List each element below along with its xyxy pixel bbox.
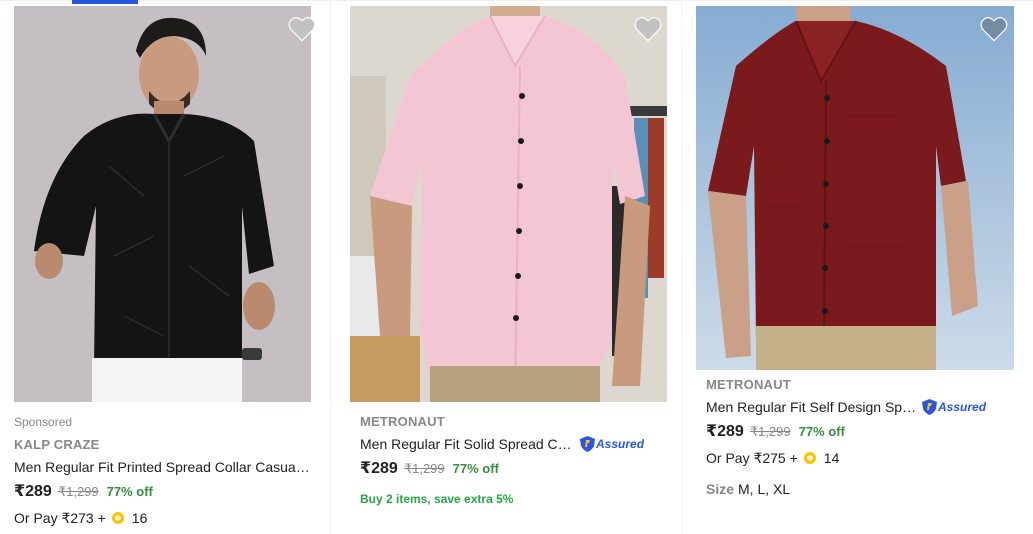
size-label: Size: [706, 481, 735, 497]
or-pay-text: Or Pay ₹273 +: [14, 509, 106, 526]
discount-badge: 77% off: [106, 484, 153, 499]
price-row: ₹289 ₹1,299 77% off: [360, 458, 644, 482]
product-image[interactable]: [14, 6, 311, 402]
original-price: ₹1,299: [403, 461, 445, 476]
heart-icon[interactable]: [634, 16, 662, 42]
product-card[interactable]: METRONAUT Men Regular Fit Solid Spread C…: [350, 0, 667, 534]
bundle-offer-text: Buy 2 items, save extra 5%: [360, 492, 514, 506]
supercoin-pay-row: Or Pay ₹273 + 16: [14, 507, 311, 529]
assured-shield-icon: [580, 436, 595, 452]
product-title-text[interactable]: Men Regular Fit Solid Spread Collar Casu…: [360, 434, 576, 454]
column-divider: [330, 0, 331, 534]
product-info: Sponsored KALP CRAZE Men Regular Fit Pri…: [14, 414, 311, 529]
product-card[interactable]: METRONAUT Men Regular Fit Self Design Sp…: [696, 0, 1014, 534]
product-image[interactable]: [350, 6, 667, 402]
selling-price: ₹289: [360, 460, 398, 477]
assured-badge: Assured: [922, 397, 986, 417]
original-price: ₹1,299: [749, 424, 791, 439]
brand-name: METRONAUT: [706, 377, 791, 392]
supercoin-pay-row: Or Pay ₹275 + 14: [706, 447, 986, 469]
size-availability: Size M, L, XL: [706, 479, 986, 499]
product-title[interactable]: Men Regular Fit Self Design Spread Colla…: [706, 397, 986, 417]
coin-count: 16: [131, 510, 148, 526]
assured-text: Assured: [596, 437, 645, 451]
product-title[interactable]: Men Regular Fit Printed Spread Collar Ca…: [14, 457, 311, 477]
or-pay-text: Or Pay ₹275 +: [706, 449, 798, 466]
shirt-illustration: [350, 6, 667, 402]
product-card[interactable]: Sponsored KALP CRAZE Men Regular Fit Pri…: [14, 0, 316, 534]
product-info: METRONAUT Men Regular Fit Self Design Sp…: [706, 376, 986, 499]
supercoin-icon: [111, 512, 124, 524]
assured-text: Assured: [938, 400, 987, 414]
original-price: ₹1,299: [57, 484, 99, 499]
brand-name: KALP CRAZE: [14, 437, 100, 452]
assured-shield-icon: [922, 399, 937, 415]
selling-price: ₹289: [706, 423, 744, 440]
discount-badge: 77% off: [452, 461, 499, 476]
discount-badge: 77% off: [798, 424, 845, 439]
product-info: METRONAUT Men Regular Fit Solid Spread C…: [360, 413, 644, 508]
shirt-illustration: [14, 6, 311, 402]
supercoin-icon: [803, 452, 816, 464]
column-divider: [681, 0, 682, 534]
price-row: ₹289 ₹1,299 77% off: [706, 421, 986, 445]
size-values: M, L, XL: [738, 481, 791, 497]
product-title-text[interactable]: Men Regular Fit Self Design Spread Colla…: [706, 397, 918, 417]
price-row: ₹289 ₹1,299 77% off: [14, 481, 311, 505]
assured-badge: Assured: [580, 434, 644, 454]
coin-count: 14: [823, 450, 840, 466]
sponsored-label: Sponsored: [14, 415, 73, 429]
heart-icon[interactable]: [980, 16, 1008, 42]
heart-icon[interactable]: [288, 16, 316, 42]
product-title-text[interactable]: Men Regular Fit Printed Spread Collar Ca…: [14, 457, 311, 477]
brand-name: METRONAUT: [360, 414, 445, 429]
product-image[interactable]: [696, 6, 1014, 370]
selling-price: ₹289: [14, 483, 52, 500]
shirt-illustration: [696, 6, 1014, 370]
product-title[interactable]: Men Regular Fit Solid Spread Collar Casu…: [360, 434, 644, 454]
